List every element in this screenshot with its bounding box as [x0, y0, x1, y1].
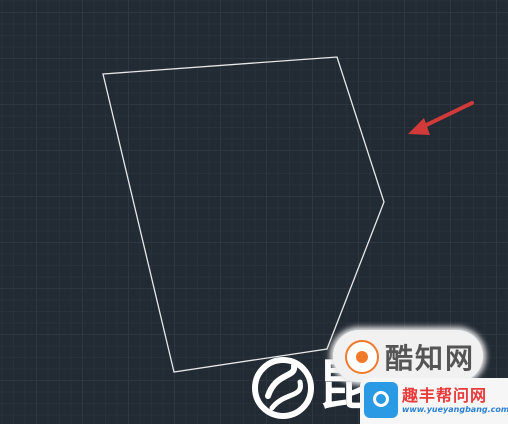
watermark-swirl-logo-icon: [252, 357, 314, 419]
watermark-badge-logo-icon: [345, 340, 379, 374]
watermark-badge-text: 酷知网: [385, 342, 476, 375]
watermark-site-url: www.yueyangbang.com: [402, 405, 508, 414]
arrow-pointer-icon: [408, 101, 474, 135]
watermark-badge: 酷知网: [333, 330, 483, 382]
watermark-site-strip: 趣丰帮问网 www.yueyangbang.com: [360, 378, 508, 424]
cad-drawing-canvas[interactable]: 昆 酷知网 趣丰帮问网 www.yueyangbang.com: [0, 0, 508, 424]
watermark-site-logo-icon: [364, 382, 398, 418]
pentagon-shape[interactable]: [102, 56, 385, 373]
watermark-site-title: 趣丰帮问网: [402, 386, 488, 405]
